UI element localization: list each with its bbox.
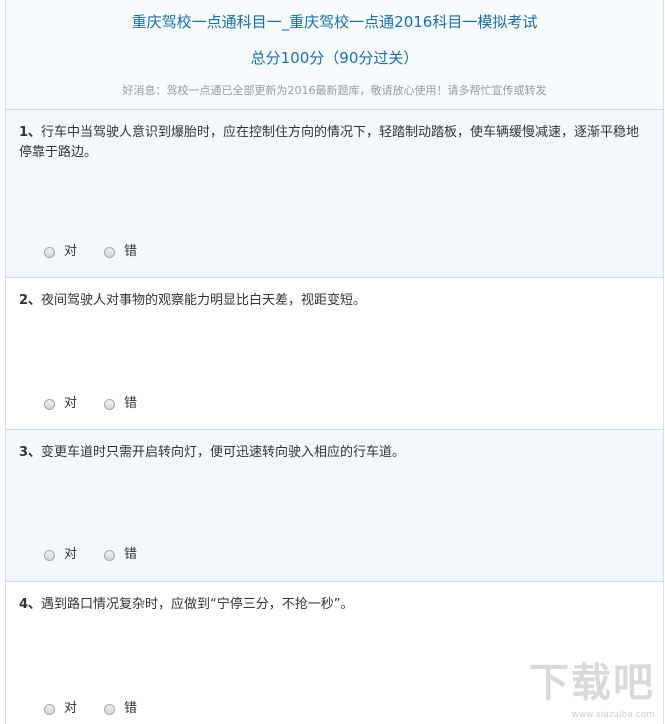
option-false[interactable]: 错 — [104, 395, 137, 413]
radio-button[interactable] — [44, 398, 55, 410]
option-label: 对 — [64, 701, 78, 716]
question-body: 变更车道时只需开启转向灯，便可迅速转向驶入相应的行车道。 — [41, 445, 406, 460]
radio-button[interactable] — [44, 246, 55, 258]
option-false[interactable]: 错 — [104, 243, 137, 261]
option-label: 对 — [64, 396, 78, 411]
question-text: 3、变更车道时只需开启转向灯，便可迅速转向驶入相应的行车道。 — [19, 443, 647, 463]
option-false[interactable]: 错 — [104, 546, 137, 564]
answer-options: 对 错 — [44, 395, 164, 413]
radio-button[interactable] — [104, 703, 116, 715]
option-true[interactable]: 对 — [44, 395, 77, 413]
question-4: 4、遇到路口情况复杂时，应做到“宁停三分，不抢一秒”。 对 错 — [6, 582, 663, 724]
answer-options: 对 错 — [44, 546, 164, 564]
question-3: 3、变更车道时只需开启转向灯，便可迅速转向驶入相应的行车道。 对 错 — [6, 430, 663, 582]
option-false[interactable]: 错 — [104, 700, 137, 718]
question-number: 4、 — [19, 597, 42, 612]
question-body: 夜间驾驶人对事物的观察能力明显比白天差，视距变短。 — [41, 293, 367, 308]
option-true[interactable]: 对 — [44, 243, 77, 261]
option-label: 错 — [124, 547, 138, 562]
question-text: 1、行车中当驾驶人意识到爆胎时，应在控制住方向的情况下，轻踏制动踏板，使车辆缓慢… — [19, 123, 647, 163]
exam-header: 重庆驾校一点通科目一_重庆驾校一点通2016科目一模拟考试 总分100分（90分… — [6, 0, 663, 110]
exam-page: 重庆驾校一点通科目一_重庆驾校一点通2016科目一模拟考试 总分100分（90分… — [5, 0, 664, 724]
answer-options: 对 错 — [44, 243, 164, 261]
radio-button[interactable] — [44, 703, 55, 715]
option-label: 对 — [64, 547, 78, 562]
option-label: 对 — [64, 244, 78, 259]
answer-options: 对 错 — [44, 700, 164, 718]
question-number: 1、 — [19, 125, 42, 140]
option-label: 错 — [124, 701, 138, 716]
radio-button[interactable] — [104, 246, 116, 258]
score-info: 总分100分（90分过关） — [250, 49, 419, 67]
question-number: 2、 — [19, 293, 42, 308]
notice-text: 好消息：驾校一点通已全部更新为2016最新题库，敬请放心使用！请多帮忙宣传或转发 — [122, 84, 547, 97]
option-true[interactable]: 对 — [44, 700, 77, 718]
question-1: 1、行车中当驾驶人意识到爆胎时，应在控制住方向的情况下，轻踏制动踏板，使车辆缓慢… — [6, 110, 663, 278]
page-title: 重庆驾校一点通科目一_重庆驾校一点通2016科目一模拟考试 — [131, 13, 538, 31]
radio-button[interactable] — [44, 549, 55, 561]
radio-button[interactable] — [104, 398, 116, 410]
option-true[interactable]: 对 — [44, 546, 77, 564]
option-label: 错 — [124, 396, 138, 411]
question-body: 行车中当驾驶人意识到爆胎时，应在控制住方向的情况下，轻踏制动踏板，使车辆缓慢减速… — [19, 125, 640, 160]
question-text: 2、夜间驾驶人对事物的观察能力明显比白天差，视距变短。 — [19, 291, 647, 311]
question-number: 3、 — [19, 445, 42, 460]
radio-button[interactable] — [104, 549, 116, 561]
question-text: 4、遇到路口情况复杂时，应做到“宁停三分，不抢一秒”。 — [19, 595, 647, 615]
question-body: 遇到路口情况复杂时，应做到“宁停三分，不抢一秒”。 — [41, 597, 354, 612]
option-label: 错 — [124, 244, 138, 259]
question-2: 2、夜间驾驶人对事物的观察能力明显比白天差，视距变短。 对 错 — [6, 278, 663, 430]
